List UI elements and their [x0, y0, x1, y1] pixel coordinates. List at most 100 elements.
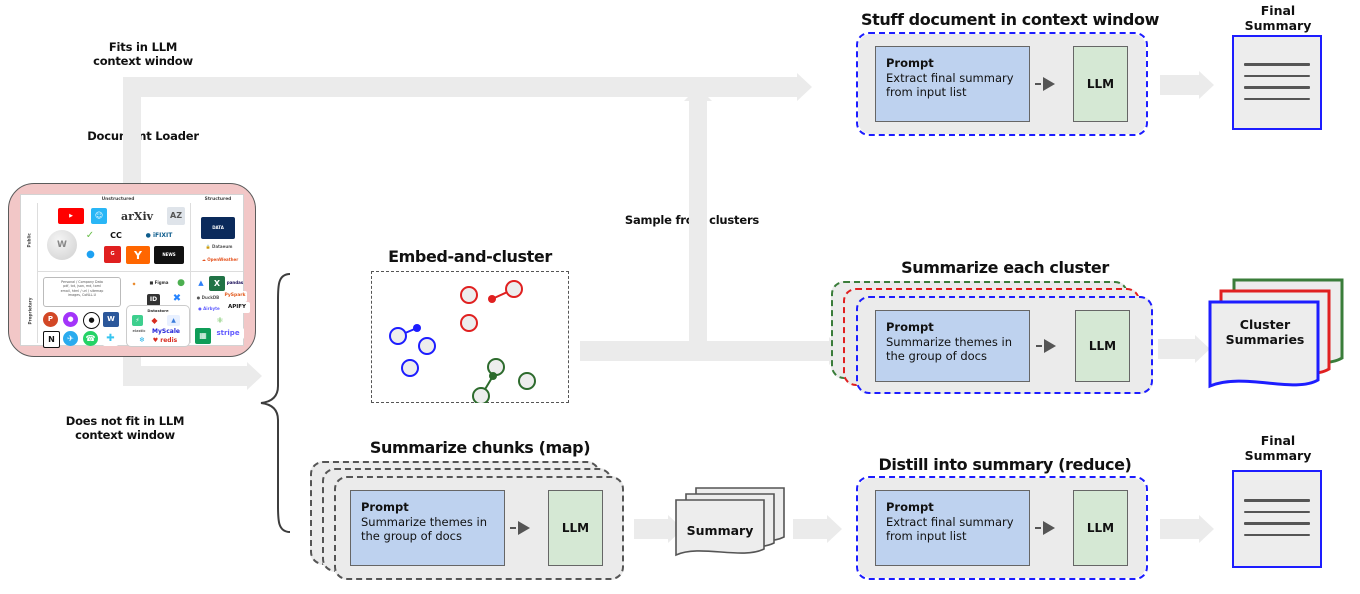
logo-twitter: ● [83, 248, 98, 261]
cluster-prompt-line2: the group of docs [886, 349, 987, 363]
logo-sheets: ▦ [195, 328, 211, 344]
logo-g: G [104, 246, 121, 263]
fs-top-line-2 [1244, 74, 1310, 77]
does-not-fit-label: Does not fit in LLM context window [30, 414, 220, 442]
logo-airbyte: ● Airbyte [195, 304, 223, 313]
fs-bot-line-3 [1244, 522, 1310, 525]
logo-atlassian: ✖ [169, 292, 185, 306]
does-not-fit-arrow [123, 366, 248, 386]
reduce-prompt-line2: from input list [886, 529, 967, 543]
logo-stripe: stripe [212, 328, 244, 339]
map-llm-label: LLM [561, 521, 590, 535]
logo-airtable: ▲ [195, 278, 207, 289]
logo-arxiv: arXiv [114, 208, 160, 224]
cluster-connector-arrow [1036, 339, 1056, 353]
stuff-section-title: Stuff document in context window [861, 10, 1159, 29]
fits-line2: context window [93, 54, 193, 68]
fs-top-l2: Summary [1244, 18, 1312, 33]
logo-az: AZ [167, 207, 185, 225]
cluster-to-summaries-arrow [1158, 339, 1196, 359]
notfit-line2: context window [75, 428, 175, 442]
map-prompt-line1: Summarize themes in [361, 514, 488, 529]
fits-in-llm-label: Fits in LLM context window [63, 40, 223, 68]
map-llm-box: LLM [548, 490, 603, 566]
logo-pandas: pandas [227, 278, 243, 287]
summary-docs-label: Summary [676, 523, 764, 538]
datastore-title: Datastore [147, 308, 169, 313]
loader-personal-data-note: Personal / Company Data pdf, txt, json, … [43, 277, 121, 307]
branch-brace [260, 273, 291, 533]
logo-myscale: MyScale [150, 327, 182, 336]
summary-text: Summary [686, 523, 754, 538]
document-loader-image: Unstructured Structured Public Proprieta… [8, 183, 256, 357]
map-arrow-dash [510, 527, 516, 529]
fs-top-l1: Final [1260, 3, 1296, 18]
logo-elastic: elastic [131, 328, 147, 336]
fs-bot-line-2 [1244, 510, 1310, 513]
reduce-prompt-line1: Extract final summary [886, 514, 1014, 529]
logo-youtube: ▶ [58, 208, 84, 224]
stuff-llm-label: LLM [1086, 77, 1115, 91]
logo-openweather: ☁ OpenWeather [201, 253, 239, 267]
logo-slack: ✚ [103, 331, 118, 346]
reduce-arrow-head [1043, 521, 1055, 535]
cluster-section-title: Summarize each cluster [901, 258, 1109, 277]
logo-messenger: ● [63, 312, 78, 327]
stuff-llm-box: LLM [1073, 46, 1128, 122]
loader-col-header-structured: Structured [204, 197, 232, 202]
logo-ifixit: ● iFIXIT [135, 229, 183, 242]
stuff-arrow-head [1043, 77, 1055, 91]
logo-excel: X [209, 276, 225, 291]
logo-whatsapp: ☎ [83, 331, 98, 346]
sample-up-arrow [689, 100, 707, 350]
cluster-prompt-box: Prompt Summarize themes in the group of … [875, 310, 1030, 382]
reduce-llm-box: LLM [1073, 490, 1128, 566]
fs-top-line-1 [1244, 63, 1310, 66]
cs-l2: Summaries [1225, 332, 1305, 347]
logo-notion: N [43, 331, 60, 348]
logo-anaconda: ⚛ [213, 315, 227, 327]
loader-grid-hline [37, 271, 243, 272]
map-section-title: Summarize chunks (map) [369, 438, 591, 457]
map-arrow-head [518, 521, 530, 535]
cluster-arrow-head [1044, 339, 1056, 353]
map-prompt-box: Prompt Summarize themes in the group of … [350, 490, 505, 566]
logo-github: ● [83, 312, 100, 329]
map-prompt-title: Prompt [361, 500, 409, 514]
logo-evernote2: ● [175, 277, 187, 289]
document-loader-text: Document Loader [87, 129, 199, 143]
reduce-arrow-dash [1035, 527, 1041, 529]
fits-line1: Fits in LLM [108, 40, 178, 54]
embed-scatter-points [389, 280, 536, 403]
logo-y: Y [126, 246, 150, 264]
note-line-4: images, CoNLL-U [67, 293, 97, 298]
fs-bot-line-1 [1244, 499, 1310, 502]
loader-row-header-public: Public [26, 233, 32, 248]
logo-atlas: ▲ [167, 315, 180, 326]
fs-top-line-3 [1244, 86, 1310, 89]
reduce-prompt-box: Prompt Extract final summary from input … [875, 490, 1030, 566]
logo-dataeum: 🔒 Dataeum [201, 243, 237, 251]
final-summary-bottom-doc [1232, 470, 1322, 568]
logo-powerpoint: P [43, 312, 58, 327]
stuff-prompt-box: Prompt Extract final summary from input … [875, 46, 1030, 122]
logo-news: NEWS [154, 246, 184, 264]
map-prompt-line2: the group of docs [361, 529, 462, 543]
cluster-prompt-line1: Summarize themes in [886, 334, 1013, 349]
reduce-llm-label: LLM [1086, 521, 1115, 535]
cluster-arrow-dash [1036, 345, 1042, 347]
fs-top-line-4 [1244, 97, 1310, 100]
loader-grid-vline2 [37, 203, 38, 343]
logo-figma: ■ Figma [147, 278, 171, 288]
logo-pyspark: PySpark [223, 291, 247, 302]
logo-apify: APIFY [224, 302, 250, 313]
logo-redis: ♥ redis [151, 336, 179, 345]
cluster-summaries-label: Cluster Summaries [1215, 317, 1315, 347]
stuff-to-final-arrow [1160, 75, 1200, 95]
logo-chat: ☺ [91, 208, 107, 224]
reduce-connector-arrow [1035, 521, 1055, 535]
loader-screen: Unstructured Structured Public Proprieta… [20, 194, 250, 348]
logo-dataset: DATA [201, 217, 235, 239]
summary-to-reduce-arrow [793, 519, 828, 539]
logo-duckdb: ● DuckDB [195, 293, 221, 302]
